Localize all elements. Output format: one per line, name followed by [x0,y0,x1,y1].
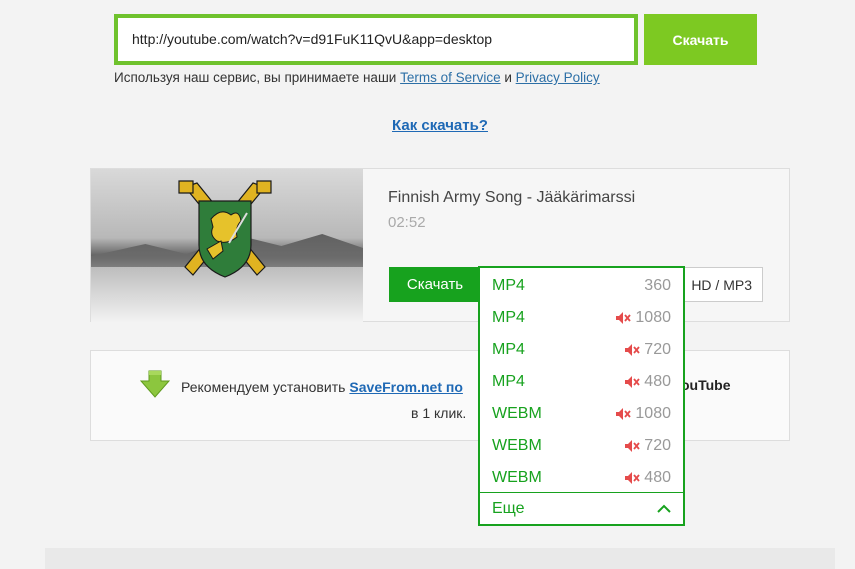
download-arrow-icon [139,370,171,398]
speaker-muted-icon [625,440,640,452]
footer-panel [45,548,835,569]
video-duration: 02:52 [388,214,426,231]
download-button[interactable]: Скачать [644,14,757,65]
speaker-muted-icon [616,408,632,420]
format-option[interactable]: MP4 360 [480,270,683,302]
speaker-muted-icon [625,376,640,388]
how-to-download-link[interactable]: Как скачать? [392,117,488,134]
terms-notice: Используя наш сервис, вы принимаете наши… [114,70,600,85]
format-option[interactable]: WEBM 1080 [480,398,683,430]
terms-of-service-link[interactable]: Terms of Service [400,70,501,85]
format-quality: 720 [644,341,671,358]
format-option[interactable]: WEBM 480 [480,462,683,494]
recommend-line: Рекомендуем установить SaveFrom.net по [139,370,463,401]
recommend-line-two: в 1 клик. [411,405,467,421]
video-download-button[interactable]: Скачать [389,267,481,302]
video-title: Finnish Army Song - Jääkärimarssi [388,189,636,206]
video-thumbnail[interactable] [91,169,363,322]
format-option[interactable]: MP4 480 [480,366,683,398]
recommend-tail: ouTube [681,377,731,393]
format-dropdown: MP4 360 MP4 1080 MP4 720 MP4 480 WEBM 10… [478,266,685,526]
hd-mp3-button[interactable]: HD / MP3 [679,267,763,302]
url-input[interactable] [118,18,634,61]
chevron-up-icon [657,504,671,513]
speaker-muted-icon [625,472,640,484]
speaker-muted-icon [616,312,632,324]
format-name: MP4 [492,341,525,358]
terms-and: и [500,70,516,85]
format-quality: 480 [644,373,671,390]
format-quality: 480 [644,469,671,486]
format-option[interactable]: MP4 720 [480,334,683,366]
more-formats-button[interactable]: Еще [480,494,683,524]
format-name: MP4 [492,309,525,326]
format-name: WEBM [492,405,542,422]
format-quality: 1080 [635,309,671,326]
format-name: MP4 [492,373,525,390]
more-formats-label: Еще [492,500,525,517]
format-name: MP4 [492,277,525,294]
recommend-prefix: Рекомендуем установить [181,379,346,395]
format-option[interactable]: WEBM 720 [480,430,683,462]
speaker-muted-icon [625,344,640,356]
dropdown-divider [480,492,683,493]
finnish-army-emblem-icon [178,180,272,278]
format-option[interactable]: MP4 1080 [480,302,683,334]
search-bar: Скачать [114,14,757,65]
format-name: WEBM [492,469,542,486]
format-name: WEBM [492,437,542,454]
privacy-policy-link[interactable]: Privacy Policy [516,70,600,85]
how-to-section: Как скачать? [0,117,855,134]
format-quality: 360 [644,277,671,294]
video-result-card: Finnish Army Song - Jääkärimarssi 02:52 … [90,168,790,322]
format-quality: 1080 [635,405,671,422]
format-quality: 720 [644,437,671,454]
recommend-banner: Рекомендуем установить SaveFrom.net по o… [90,350,790,441]
terms-prefix: Используя наш сервис, вы принимаете наши [114,70,401,85]
url-input-wrapper [114,14,638,65]
savefrom-link[interactable]: SaveFrom.net по [349,379,462,395]
